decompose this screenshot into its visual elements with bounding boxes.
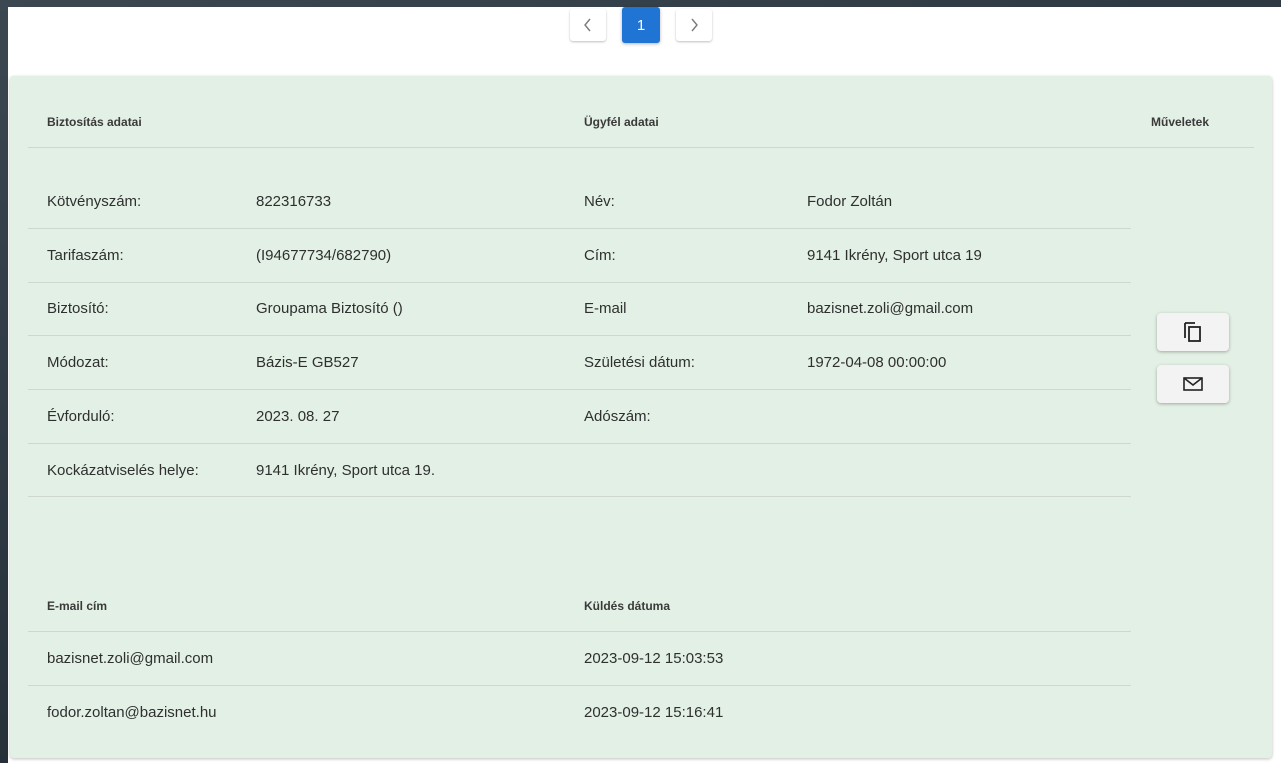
- client-value-address: 9141 Ikrény, Sport utca 19: [807, 247, 982, 264]
- client-value-name: Fodor Zoltán: [807, 193, 893, 210]
- insurance-value-policy-number: 822316733: [256, 193, 332, 210]
- header-divider: [28, 147, 1254, 148]
- row-divider: [28, 443, 1131, 444]
- chevron-left-icon: [584, 18, 591, 32]
- email-row-sent: 2023-09-12 15:03:53: [584, 650, 724, 667]
- row-divider: [28, 282, 1131, 283]
- header-insurance: Biztosítás adatai: [47, 115, 142, 129]
- insurance-label-anniversary: Évforduló:: [47, 408, 115, 425]
- insurance-label-policy-number: Kötvényszám:: [47, 193, 142, 210]
- page-1-button[interactable]: 1: [622, 7, 660, 43]
- header-sent-date: Küldés dátuma: [584, 599, 671, 613]
- email-row-sent: 2023-09-12 15:16:41: [584, 704, 724, 721]
- insurance-label-risk-location: Kockázatviselés helye:: [47, 462, 199, 479]
- row-divider: [28, 228, 1131, 229]
- insurance-label-product: Módozat:: [47, 354, 109, 371]
- send-email-button[interactable]: [1157, 365, 1229, 403]
- insurance-value-product: Bázis-E GB527: [256, 354, 359, 371]
- copy-icon: [1184, 322, 1201, 342]
- row-divider: [28, 685, 1131, 686]
- prev-page-button[interactable]: [570, 9, 606, 41]
- client-value-email: bazisnet.zoli@gmail.com: [807, 300, 974, 317]
- row-divider: [28, 335, 1131, 336]
- header-actions: Műveletek: [1151, 115, 1210, 129]
- client-label-address: Cím:: [584, 247, 616, 264]
- next-page-button[interactable]: [676, 9, 712, 41]
- insurance-value-insurer: Groupama Biztosító (): [256, 300, 403, 317]
- email-row-address: bazisnet.zoli@gmail.com: [47, 650, 214, 667]
- mail-icon: [1183, 377, 1203, 391]
- row-divider: [28, 389, 1131, 390]
- insurance-label-tariff: Tarifaszám:: [47, 247, 124, 264]
- client-label-birthdate: Születési dátum:: [584, 354, 695, 371]
- email-header-divider: [28, 631, 1131, 632]
- insurance-value-risk-location: 9141 Ikrény, Sport utca 19.: [256, 462, 435, 479]
- email-row-address: fodor.zoltan@bazisnet.hu: [47, 704, 217, 721]
- chevron-right-icon: [691, 18, 698, 32]
- header-client: Ügyfél adatai: [584, 115, 659, 129]
- client-value-birthdate: 1972-04-08 00:00:00: [807, 354, 947, 371]
- insurance-value-tariff: (I94677734/682790): [256, 247, 392, 264]
- client-label-tax-number: Adószám:: [584, 408, 651, 425]
- client-label-name: Név:: [584, 193, 615, 210]
- copy-button[interactable]: [1157, 313, 1229, 351]
- header-email-address: E-mail cím: [47, 599, 108, 613]
- insurance-label-insurer: Biztosító:: [47, 300, 109, 317]
- client-label-email: E-mail: [584, 300, 627, 317]
- row-divider: [28, 496, 1131, 497]
- policy-card: Biztosítás adatai Ügyfél adatai Művelete…: [10, 76, 1272, 758]
- insurance-value-anniversary: 2023. 08. 27: [256, 408, 340, 425]
